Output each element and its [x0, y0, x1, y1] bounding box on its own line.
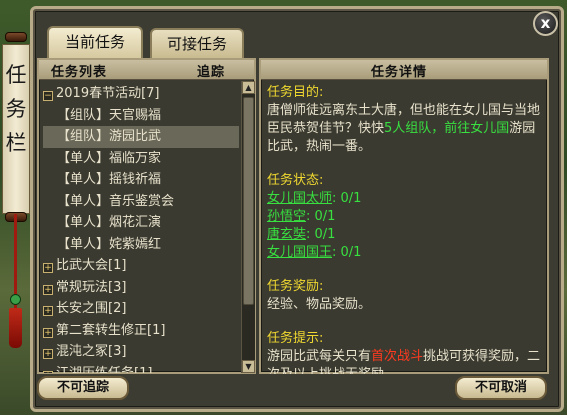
status-item: 女儿国太师: 0/1 [267, 190, 545, 208]
quest-category[interactable]: +江湖历练任务[1] [43, 363, 239, 374]
npc-link[interactable]: 唐玄奘 [267, 227, 306, 242]
status-progress: : 0/1 [332, 191, 362, 206]
collapse-icon[interactable]: − [43, 91, 53, 101]
tab-current-quests[interactable]: 当前任务 [47, 26, 143, 58]
status-progress: : 0/1 [306, 227, 336, 242]
quest-item[interactable]: 【组队】游园比武 [43, 126, 239, 148]
quest-label: 混沌之冢[3] [56, 344, 127, 359]
quest-category[interactable]: + 常规玩法[3] [43, 277, 239, 299]
quest-label: 【单人】福临万家 [57, 150, 162, 166]
quest-label: 【单人】姹紫嫣红 [57, 236, 162, 252]
quest-category[interactable]: + 混沌之冢[3] [43, 341, 239, 363]
side-title-char: 任 [5, 63, 27, 87]
side-title-char: 栏 [5, 131, 27, 155]
untrack-button[interactable]: 不可追踪 [37, 376, 129, 400]
tip-heading: 任务提示: [267, 331, 324, 346]
jade-bead-icon [10, 294, 21, 305]
expand-icon[interactable]: + [43, 327, 53, 338]
npc-link[interactable]: 女儿国国王 [267, 245, 332, 260]
quest-label: 【组队】游园比武 [57, 129, 162, 144]
quest-list-scrollbar[interactable]: ▲ ▼ [241, 81, 255, 373]
quest-category[interactable]: + 长安之围[2] [43, 298, 239, 320]
quest-category[interactable]: + 第二套转生修正[1] [43, 320, 239, 342]
close-icon: x [540, 14, 551, 32]
quest-label: 【单人】烟花汇演 [57, 215, 162, 230]
status-item: 孙悟空: 0/1 [267, 208, 545, 226]
quest-label: 2019春节活动[7] [56, 86, 160, 101]
status-item: 女儿国国王: 0/1 [267, 244, 545, 262]
scroll-thumb[interactable] [243, 97, 254, 305]
cancel-quest-button[interactable]: 不可取消 [455, 376, 547, 400]
quest-label: 第二套转生修正[1] [56, 322, 166, 338]
track-column-title: 追踪 [197, 65, 226, 80]
tab-label: 可接任务 [166, 35, 227, 53]
status-item: 唐玄奘: 0/1 [267, 226, 545, 244]
reward-heading: 任务奖励: [267, 279, 324, 294]
expand-icon[interactable]: + [43, 370, 53, 373]
untrack-label: 不可追踪 [56, 380, 109, 395]
quest-category[interactable]: + 比武大会[1] [43, 255, 239, 277]
quest-list-header: 任务列表 追踪 [39, 60, 254, 80]
goal-text: 唐僧师徒远离东土大唐，但也能在女儿国与当地臣民恭贺佳节？快快5人组队，前往女儿国… [267, 102, 545, 156]
quest-list-panel: 任务列表 追踪 −2019春节活动[7] 【组队】天官赐福 【组队】游园比武 【单人】… [37, 58, 256, 374]
scroll-down-icon[interactable]: ▼ [242, 360, 255, 373]
quest-item[interactable]: 【单人】福临万家 [43, 148, 239, 170]
quest-label: 长安之围[2] [56, 301, 127, 316]
quest-list-title: 任务列表 [51, 65, 108, 80]
tab-label: 当前任务 [64, 33, 125, 51]
expand-icon[interactable]: + [43, 284, 53, 295]
goal-highlight: 5人组队，前往女儿国 [384, 121, 510, 136]
expand-icon[interactable]: + [43, 263, 53, 273]
quest-item[interactable]: 【单人】音乐鉴赏会 [43, 191, 239, 213]
quest-detail-header: 任务详情 [261, 60, 547, 80]
tassel-icon [9, 308, 22, 348]
tip-text: 游园比武每关只有首次战斗挑战可获得奖励，二次及以上挑战无奖励。 [267, 348, 545, 374]
status-progress: : 0/1 [306, 209, 336, 224]
quest-detail-title: 任务详情 [371, 65, 428, 80]
quest-detail-panel: 任务详情 任务目的: 唐僧师徒远离东土大唐，但也能在女儿国与当地臣民恭贺佳节？快… [259, 58, 549, 374]
side-title-scroll: 任 务 栏 [0, 18, 32, 390]
quest-label: 【单人】音乐鉴赏会 [57, 193, 175, 209]
quest-label: 比武大会[1] [56, 258, 127, 273]
side-title: 任 务 栏 [2, 58, 30, 160]
expand-icon[interactable]: + [43, 306, 53, 316]
reward-text: 经验、物品奖励。 [267, 297, 372, 312]
tip-text-part: 游园比武每关只有 [267, 349, 372, 364]
quest-label: 江湖历练任务[1] [56, 365, 153, 374]
status-heading: 任务状态: [267, 173, 324, 188]
scroll-up-icon[interactable]: ▲ [242, 81, 255, 94]
tab-available-quests[interactable]: 可接任务 [150, 28, 244, 58]
quest-item[interactable]: 【组队】天官赐福 [43, 105, 239, 127]
cancel-label: 不可取消 [474, 380, 527, 395]
quest-item[interactable]: 【单人】摇钱祈福 [43, 169, 239, 191]
side-title-char: 务 [5, 97, 27, 121]
quest-category[interactable]: −2019春节活动[7] [43, 83, 239, 105]
quest-detail-body: 任务目的: 唐僧师徒远离东土大唐，但也能在女儿国与当地臣民恭贺佳节？快快5人组队… [267, 84, 545, 374]
scroll-rod-top [5, 32, 27, 42]
quest-list: −2019春节活动[7] 【组队】天官赐福 【组队】游园比武 【单人】福临万家 【单人】… [43, 83, 239, 373]
close-button[interactable]: x [533, 11, 558, 36]
npc-link[interactable]: 孙悟空 [267, 209, 306, 224]
quest-item[interactable]: 【单人】烟花汇演 [43, 212, 239, 234]
quest-item[interactable]: 【单人】姹紫嫣红 [43, 234, 239, 256]
quest-label: 【组队】天官赐福 [57, 107, 162, 123]
tip-highlight: 首次战斗 [371, 349, 424, 364]
quest-label: 【单人】摇钱祈福 [57, 172, 162, 187]
expand-icon[interactable]: + [43, 349, 53, 359]
npc-link[interactable]: 女儿国太师 [267, 191, 332, 206]
status-progress: : 0/1 [332, 245, 362, 260]
quest-label: 常规玩法[3] [56, 279, 127, 295]
goal-heading: 任务目的: [267, 85, 324, 100]
